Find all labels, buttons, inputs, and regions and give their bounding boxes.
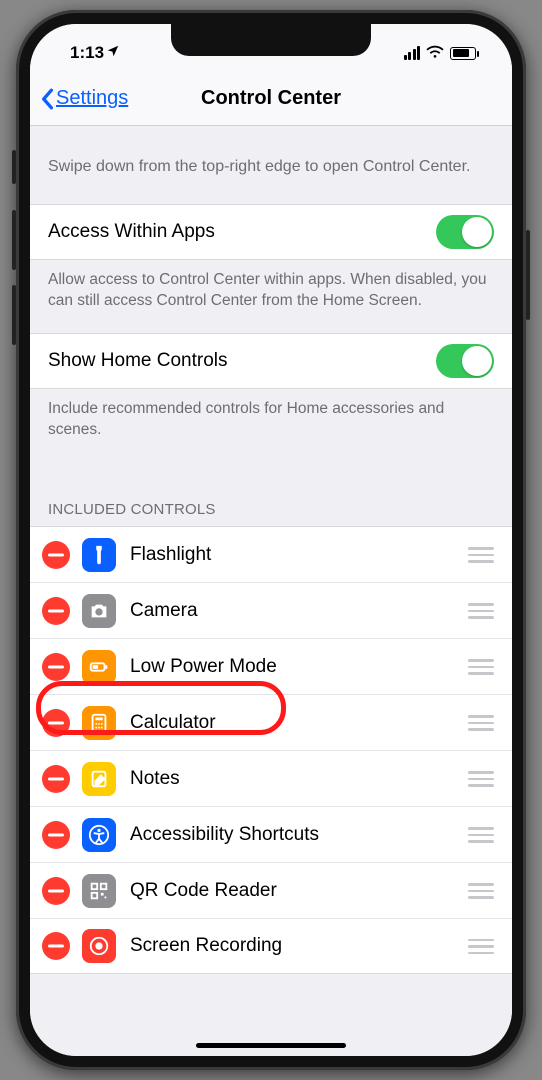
list-item-battery[interactable]: Low Power Mode (30, 638, 512, 694)
mute-switch (12, 150, 16, 184)
remove-button[interactable] (42, 709, 70, 737)
list-item-camera[interactable]: Camera (30, 582, 512, 638)
content-scroll[interactable]: Swipe down from the top-right edge to op… (30, 126, 512, 1056)
back-label: Settings (56, 87, 128, 110)
battery-icon (450, 47, 476, 60)
home-footer: Include recommended controls for Home ac… (30, 389, 512, 463)
chevron-left-icon (40, 88, 54, 110)
remove-button[interactable] (42, 765, 70, 793)
item-label: QR Code Reader (130, 880, 468, 902)
drag-handle-icon[interactable] (468, 547, 494, 563)
item-label: Notes (130, 768, 468, 790)
drag-handle-icon[interactable] (468, 603, 494, 619)
drag-handle-icon[interactable] (468, 659, 494, 675)
location-arrow-icon (106, 43, 120, 63)
remove-button[interactable] (42, 932, 70, 960)
qr-icon (82, 874, 116, 908)
status-time: 1:13 (70, 43, 104, 63)
volume-down (12, 285, 16, 345)
included-list: Flashlight Camera Low Power Mode Calculator… (30, 526, 512, 974)
intro-text: Swipe down from the top-right edge to op… (30, 126, 512, 204)
notes-icon (82, 762, 116, 796)
list-item-notes[interactable]: Notes (30, 750, 512, 806)
cellular-icon (404, 46, 421, 60)
screen: 1:13 Settings Control Center (30, 24, 512, 1056)
item-label: Flashlight (130, 544, 468, 566)
drag-handle-icon[interactable] (468, 827, 494, 843)
nav-bar: Settings Control Center (30, 72, 512, 126)
volume-up (12, 210, 16, 270)
list-item-accessibility[interactable]: Accessibility Shortcuts (30, 806, 512, 862)
remove-button[interactable] (42, 597, 70, 625)
included-header: Included Controls (30, 463, 512, 526)
row-show-home-controls[interactable]: Show Home Controls (30, 333, 512, 389)
remove-button[interactable] (42, 821, 70, 849)
toggle-show-home-controls[interactable] (436, 344, 494, 378)
list-item-calculator[interactable]: Calculator (30, 694, 512, 750)
item-label: Accessibility Shortcuts (130, 824, 468, 846)
wifi-icon (426, 43, 444, 63)
list-item-flashlight[interactable]: Flashlight (30, 526, 512, 582)
device-frame: 1:13 Settings Control Center (16, 10, 526, 1070)
list-item-qr[interactable]: QR Code Reader (30, 862, 512, 918)
camera-icon (82, 594, 116, 628)
back-button[interactable]: Settings (30, 87, 128, 110)
drag-handle-icon[interactable] (468, 883, 494, 899)
drag-handle-icon[interactable] (468, 771, 494, 787)
home-label: Show Home Controls (48, 350, 436, 372)
drag-handle-icon[interactable] (468, 715, 494, 731)
item-label: Screen Recording (130, 935, 468, 957)
remove-button[interactable] (42, 653, 70, 681)
battery-icon (82, 650, 116, 684)
access-footer: Allow access to Control Center within ap… (30, 260, 512, 334)
notch (171, 24, 371, 56)
toggle-access-within-apps[interactable] (436, 215, 494, 249)
accessibility-icon (82, 818, 116, 852)
remove-button[interactable] (42, 541, 70, 569)
drag-handle-icon[interactable] (468, 939, 494, 955)
row-access-within-apps[interactable]: Access Within Apps (30, 204, 512, 260)
remove-button[interactable] (42, 877, 70, 905)
item-label: Calculator (130, 712, 468, 734)
power-button (526, 230, 530, 320)
item-label: Low Power Mode (130, 656, 468, 678)
home-indicator[interactable] (196, 1043, 346, 1048)
calculator-icon (82, 706, 116, 740)
access-label: Access Within Apps (48, 221, 436, 243)
item-label: Camera (130, 600, 468, 622)
record-icon (82, 929, 116, 963)
flashlight-icon (82, 538, 116, 572)
list-item-record[interactable]: Screen Recording (30, 918, 512, 974)
